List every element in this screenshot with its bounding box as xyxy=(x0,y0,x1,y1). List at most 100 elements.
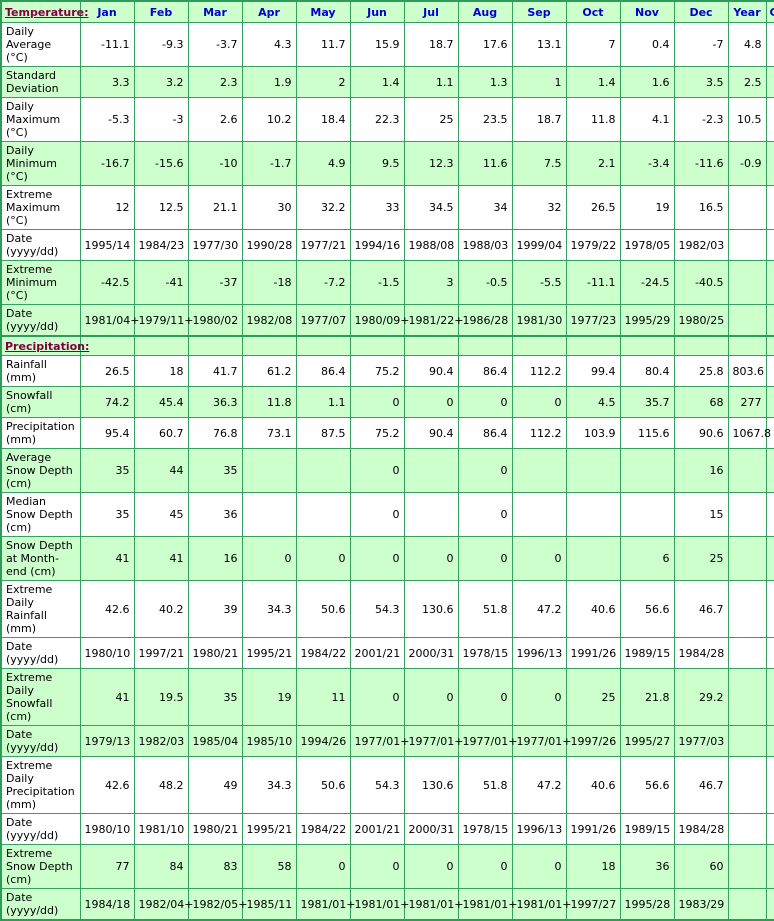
cell-date-yyyy-dd-dec: 1977/03 xyxy=(673,725,729,757)
column-header-jun[interactable]: Jun xyxy=(349,0,405,23)
cell-extreme-daily-snowfall-cm-may: 11 xyxy=(295,668,351,726)
cell-date-yyyy-dd-mar: 1982/05+ xyxy=(187,888,247,921)
cell-extreme-daily-precipitation-mm-nov: 56.6 xyxy=(619,756,675,814)
cell-extreme-minimum-c-may: -7.2 xyxy=(295,260,351,305)
cell-snowfall-cm-feb: 45.4 xyxy=(133,386,189,418)
column-header-feb[interactable]: Feb xyxy=(133,0,189,23)
cell-precipitation-mm-oct: 103.9 xyxy=(565,417,621,449)
cell-daily-minimum-c-apr: -1.7 xyxy=(241,141,297,186)
row-label-average-snow-depth-cm: Average Snow Depth (cm) xyxy=(0,448,81,493)
cell-date-yyyy-dd-year xyxy=(727,637,767,669)
cell-daily-maximum-c-sep: 18.7 xyxy=(511,97,567,142)
cell-standard-deviation-oct: 1.4 xyxy=(565,66,621,98)
column-header-may[interactable]: May xyxy=(295,0,351,23)
cell-date-yyyy-dd-jun: 1980/09+ xyxy=(349,304,409,337)
cell-extreme-daily-precipitation-mm-dec: 46.7 xyxy=(673,756,729,814)
cell-date-yyyy-dd-oct: 1991/26 xyxy=(565,813,621,845)
cell-date-yyyy-dd-year xyxy=(727,725,767,757)
column-header-nov[interactable]: Nov xyxy=(619,0,675,23)
cell-precipitation-mm-dec: 90.6 xyxy=(673,417,729,449)
cell-median-snow-depth-cm-dec: 15 xyxy=(673,492,729,537)
cell-snowfall-cm-may: 1.1 xyxy=(295,386,351,418)
cell-standard-deviation-sep: 1 xyxy=(511,66,567,98)
cell-date-yyyy-dd-apr: 1985/11 xyxy=(241,888,297,921)
cell-rainfall-mm-jun: 75.2 xyxy=(349,355,405,387)
column-header-mar[interactable]: Mar xyxy=(187,0,243,23)
column-header-aug[interactable]: Aug xyxy=(457,0,513,23)
cell-extreme-daily-rainfall-mm-feb: 40.2 xyxy=(133,580,189,638)
row-label-date-yyyy-dd: Date (yyyy/dd) xyxy=(0,725,81,757)
table-row: Standard Deviation 3.3 3.2 2.3 1.9 2 1.4 1.1 1.3… xyxy=(0,66,774,98)
cell-date-yyyy-dd-oct: 1997/27 xyxy=(565,888,621,921)
cell-extreme-maximum-c-oct: 26.5 xyxy=(565,185,621,230)
cell-date-yyyy-dd-may: 1984/22 xyxy=(295,637,351,669)
cell-daily-maximum-c-code: C xyxy=(765,97,774,142)
cell-daily-average-c-year: 4.8 xyxy=(727,22,767,67)
table-row: Date (yyyy/dd) 1980/10 1997/21 1980/21 1995/… xyxy=(0,637,774,669)
cell-average-snow-depth-cm-aug: 0 xyxy=(457,448,513,493)
cell-rainfall-mm-aug: 86.4 xyxy=(457,355,513,387)
cell-daily-average-c-code: C xyxy=(765,22,774,67)
cell-rainfall-mm-jan: 26.5 xyxy=(79,355,135,387)
table-row: Average Snow Depth (cm)3544350016C xyxy=(0,448,774,493)
table-row: Daily Maximum (°C) -5.3 -3 2.6 10.2 18.4 22.3 2… xyxy=(0,97,774,142)
cell-date-yyyy-dd-apr: 1990/28 xyxy=(241,229,297,261)
cell-rainfall-mm-year: 803.6 xyxy=(727,355,767,387)
cell-date-yyyy-dd-feb: 1979/11+ xyxy=(133,304,193,337)
cell-date-yyyy-dd-jan: 1980/10 xyxy=(79,813,135,845)
cell-snow-depth-at-month-end-cm-jun: 0 xyxy=(349,536,405,581)
cell-average-snow-depth-cm-jun: 0 xyxy=(349,448,405,493)
section-spacer-cell xyxy=(765,335,774,356)
column-header-dec[interactable]: Dec xyxy=(673,0,729,23)
cell-standard-deviation-may: 2 xyxy=(295,66,351,98)
column-header-code[interactable]: Code xyxy=(765,0,774,23)
cell-extreme-snow-depth-cm-feb: 84 xyxy=(133,844,189,889)
cell-extreme-daily-precipitation-mm-oct: 40.6 xyxy=(565,756,621,814)
column-header-apr[interactable]: Apr xyxy=(241,0,297,23)
column-header-oct[interactable]: Oct xyxy=(565,0,621,23)
cell-average-snow-depth-cm-nov xyxy=(619,448,675,493)
cell-date-yyyy-dd-dec: 1984/28 xyxy=(673,813,729,845)
column-header-jul[interactable]: Jul xyxy=(403,0,459,23)
table-row: Date (yyyy/dd) 1981/04+ 1979/11+ 1980/02 198… xyxy=(0,304,774,337)
cell-snowfall-cm-aug: 0 xyxy=(457,386,513,418)
table-row: Extreme Snow Depth (cm) 77 84 83 58 0 0 0 0 0 18 36… xyxy=(0,844,774,889)
cell-daily-average-c-jan: -11.1 xyxy=(79,22,135,67)
cell-date-yyyy-dd-year xyxy=(727,888,767,921)
cell-date-yyyy-dd-dec: 1982/03 xyxy=(673,229,729,261)
cell-date-yyyy-dd-jan: 1981/04+ xyxy=(79,304,139,337)
cell-daily-average-c-apr: 4.3 xyxy=(241,22,297,67)
cell-snowfall-cm-nov: 35.7 xyxy=(619,386,675,418)
cell-extreme-daily-snowfall-cm-jul: 0 xyxy=(403,668,459,726)
cell-daily-maximum-c-apr: 10.2 xyxy=(241,97,297,142)
column-header-row: Temperature: Jan Feb Mar Apr May Jun Jul Aug Sep O… xyxy=(0,0,774,23)
cell-extreme-snow-depth-cm-year xyxy=(727,844,767,889)
cell-extreme-snow-depth-cm-aug: 0 xyxy=(457,844,513,889)
table-row: Date (yyyy/dd) 1995/14 1984/23 1977/30 1990/… xyxy=(0,229,774,261)
cell-rainfall-mm-oct: 99.4 xyxy=(565,355,621,387)
cell-snow-depth-at-month-end-cm-year xyxy=(727,536,767,581)
section-spacer-cell xyxy=(727,335,767,356)
cell-date-yyyy-dd-aug: 1986/28 xyxy=(457,304,513,337)
cell-date-yyyy-dd-apr: 1995/21 xyxy=(241,637,297,669)
row-label-snowfall-cm: Snowfall (cm) xyxy=(0,386,81,418)
table-row: Daily Minimum (°C) -16.7 -15.6 -10 -1.7 4.9 9.… xyxy=(0,141,774,186)
cell-extreme-minimum-c-jul: 3 xyxy=(403,260,459,305)
column-header-year[interactable]: Year xyxy=(727,0,767,23)
cell-extreme-maximum-c-year xyxy=(727,185,767,230)
cell-standard-deviation-aug: 1.3 xyxy=(457,66,513,98)
cell-extreme-daily-precipitation-mm-apr: 34.3 xyxy=(241,756,297,814)
cell-rainfall-mm-code: C xyxy=(765,355,774,387)
column-header-sep[interactable]: Sep xyxy=(511,0,567,23)
cell-snowfall-cm-mar: 36.3 xyxy=(187,386,243,418)
row-label-date-yyyy-dd: Date (yyyy/dd) xyxy=(0,304,81,337)
cell-daily-average-c-aug: 17.6 xyxy=(457,22,513,67)
section-title-1: Precipitation: xyxy=(0,335,89,356)
cell-extreme-daily-rainfall-mm-jan: 42.6 xyxy=(79,580,135,638)
cell-date-yyyy-dd-aug: 1981/01+ xyxy=(457,888,517,921)
cell-extreme-daily-precipitation-mm-code xyxy=(765,756,774,814)
cell-date-yyyy-dd-apr: 1995/21 xyxy=(241,813,297,845)
cell-extreme-snow-depth-cm-oct: 18 xyxy=(565,844,621,889)
cell-daily-maximum-c-nov: 4.1 xyxy=(619,97,675,142)
table-row: Precipitation (mm) 95.4 60.7 76.8 73.1 87.5 75… xyxy=(0,417,774,449)
